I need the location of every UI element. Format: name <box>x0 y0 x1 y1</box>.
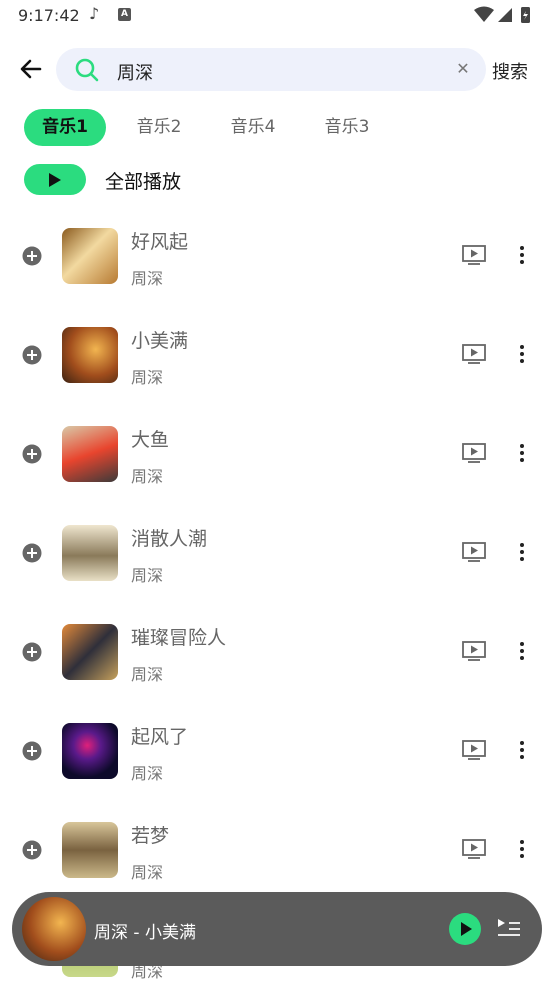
add-circle-icon[interactable] <box>22 840 42 860</box>
search-query: 周深 <box>117 63 153 84</box>
mv-play-icon[interactable] <box>462 740 486 760</box>
add-circle-icon[interactable] <box>22 345 42 365</box>
music-note-icon: ♪ <box>89 4 100 23</box>
mv-play-icon[interactable] <box>462 641 486 661</box>
status-bar: 9:17:42 ♪ A <box>0 0 554 32</box>
clear-icon[interactable]: ✕ <box>454 60 472 78</box>
album-cover-image <box>62 624 118 680</box>
song-title: 璀璨冒险人 <box>131 627 227 649</box>
song-row[interactable]: 小美满 周深 <box>0 304 554 403</box>
play-all-button[interactable] <box>24 164 86 195</box>
song-title: 好风起 <box>131 231 189 253</box>
song-title: 起风了 <box>131 726 189 748</box>
song-artist: 周深 <box>131 368 164 387</box>
mv-play-icon[interactable] <box>462 443 486 463</box>
song-title: 小美满 <box>131 330 189 352</box>
mv-play-icon[interactable] <box>462 344 486 364</box>
mv-play-icon[interactable] <box>462 542 486 562</box>
play-icon <box>49 173 61 187</box>
search-bar: 周深 ✕ 搜索 <box>0 46 554 92</box>
song-row[interactable]: 若梦 周深 <box>0 799 554 898</box>
tab-music1[interactable]: 音乐1 <box>24 109 106 146</box>
mini-play-button[interactable] <box>449 913 481 945</box>
back-arrow-icon[interactable] <box>16 54 46 84</box>
album-cover-image <box>62 525 118 581</box>
search-input[interactable]: 周深 ✕ <box>56 48 486 91</box>
more-vertical-icon[interactable] <box>517 542 527 562</box>
add-circle-icon[interactable] <box>22 543 42 563</box>
album-cover-image <box>62 426 118 482</box>
album-cover-image <box>62 228 118 284</box>
status-time: 9:17:42 <box>18 6 80 25</box>
song-row[interactable]: 璀璨冒险人 周深 <box>0 601 554 700</box>
now-playing-cover-image <box>22 897 86 961</box>
song-row[interactable]: 大鱼 周深 <box>0 403 554 502</box>
search-button[interactable]: 搜索 <box>492 58 528 84</box>
more-vertical-icon[interactable] <box>517 344 527 364</box>
now-playing-title: 周深 - 小美满 <box>94 923 196 943</box>
song-title: 若梦 <box>131 825 170 847</box>
signal-icon <box>498 8 512 22</box>
a-badge-icon: A <box>118 8 131 21</box>
more-vertical-icon[interactable] <box>517 740 527 760</box>
playlist-icon[interactable] <box>497 917 521 939</box>
more-vertical-icon[interactable] <box>517 443 527 463</box>
mv-play-icon[interactable] <box>462 245 486 265</box>
tab-music4[interactable]: 音乐4 <box>212 109 294 146</box>
search-icon <box>75 58 99 82</box>
tab-music2[interactable]: 音乐2 <box>118 109 200 146</box>
add-circle-icon[interactable] <box>22 642 42 662</box>
wifi-icon <box>474 6 494 22</box>
song-title: 大鱼 <box>131 429 170 451</box>
status-icons <box>474 6 530 23</box>
song-title: 消散人潮 <box>131 528 208 550</box>
more-vertical-icon[interactable] <box>517 245 527 265</box>
more-vertical-icon[interactable] <box>517 839 527 859</box>
song-row[interactable]: 好风起 周深 <box>0 205 554 304</box>
album-cover-image <box>62 822 118 878</box>
song-row[interactable]: 消散人潮 周深 <box>0 502 554 601</box>
play-icon <box>461 922 472 936</box>
mini-player[interactable]: 周深 - 小美满 <box>12 892 542 966</box>
song-artist: 周深 <box>131 665 164 684</box>
song-artist: 周深 <box>131 269 164 288</box>
play-all-label[interactable]: 全部播放 <box>105 167 181 194</box>
song-artist: 周深 <box>131 863 164 882</box>
song-artist: 周深 <box>131 566 164 585</box>
song-artist: 周深 <box>131 764 164 783</box>
song-artist: 周深 <box>131 467 164 486</box>
more-vertical-icon[interactable] <box>517 641 527 661</box>
add-circle-icon[interactable] <box>22 246 42 266</box>
album-cover-image <box>62 327 118 383</box>
mv-play-icon[interactable] <box>462 839 486 859</box>
album-cover-image <box>62 723 118 779</box>
song-row[interactable]: 起风了 周深 <box>0 700 554 799</box>
add-circle-icon[interactable] <box>22 444 42 464</box>
tab-music3[interactable]: 音乐3 <box>306 109 388 146</box>
add-circle-icon[interactable] <box>22 741 42 761</box>
